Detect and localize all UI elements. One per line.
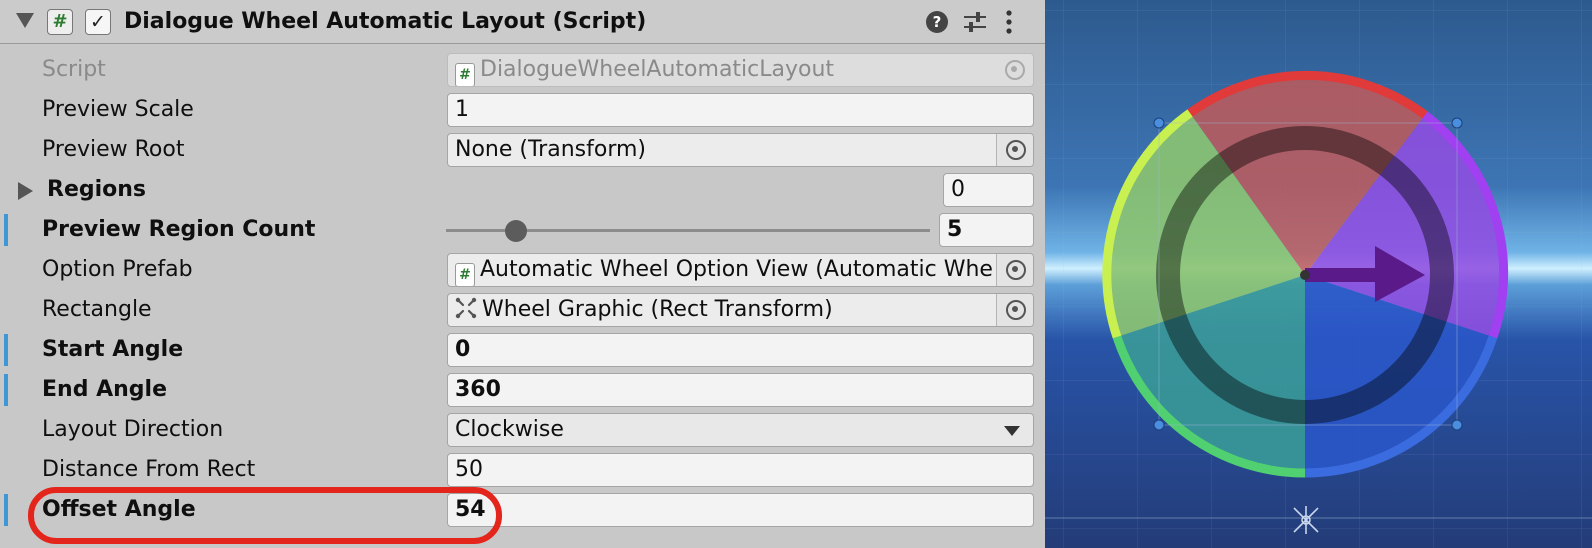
inspector-panel: # ✓ Dialogue Wheel Automatic Layout (Scr…	[0, 0, 1045, 548]
row-regions[interactable]: Regions 0	[0, 170, 1045, 210]
option-prefab-target-icon[interactable]	[996, 254, 1033, 286]
regions-size-input[interactable]: 0	[943, 173, 1034, 207]
scene-view[interactable]	[1045, 0, 1592, 548]
preview-region-count-label: Preview Region Count	[42, 217, 316, 242]
start-angle-input[interactable]: 0	[447, 333, 1034, 367]
regions-foldout-triangle-right-icon[interactable]	[18, 182, 33, 200]
preview-region-count-input[interactable]: 5	[939, 213, 1034, 247]
chevron-down-icon	[1004, 426, 1020, 436]
end-angle-input[interactable]: 360	[447, 373, 1034, 407]
preview-scale-label: Preview Scale	[42, 97, 194, 122]
rectangle-target-icon[interactable]	[996, 294, 1033, 326]
script-target-icon	[996, 54, 1033, 86]
layout-direction-label: Layout Direction	[42, 417, 224, 442]
modified-marker	[4, 334, 8, 366]
foldout-triangle-down-icon[interactable]	[16, 13, 34, 28]
row-start-angle: Start Angle 0	[0, 330, 1045, 370]
offset-angle-label: Offset Angle	[42, 497, 196, 522]
component-header[interactable]: # ✓ Dialogue Wheel Automatic Layout (Scr…	[0, 0, 1045, 44]
distance-from-rect-label: Distance From Rect	[42, 457, 256, 482]
row-layout-direction: Layout Direction Clockwise	[0, 410, 1045, 450]
script-hash-icon: #	[47, 9, 73, 35]
preview-region-count-slider-thumb[interactable]	[505, 220, 527, 242]
kebab-menu-icon[interactable]	[1004, 8, 1014, 36]
preview-root-label: Preview Root	[42, 137, 185, 162]
layout-direction-value: Clockwise	[455, 417, 564, 442]
option-prefab-label: Option Prefab	[42, 257, 193, 282]
component-enabled-checkbox[interactable]: ✓	[85, 9, 111, 35]
hash-icon: #	[455, 263, 475, 286]
layout-direction-dropdown[interactable]: Clockwise	[447, 413, 1034, 447]
option-prefab-field[interactable]: # Automatic Wheel Option View (Automatic …	[447, 253, 1034, 287]
help-icon[interactable]: ?	[926, 11, 948, 33]
row-distance-from-rect: Distance From Rect 50	[0, 450, 1045, 490]
modified-marker	[4, 214, 8, 246]
row-preview-scale: Preview Scale 1	[0, 90, 1045, 130]
preview-root-field[interactable]: None (Transform)	[447, 133, 1034, 167]
dialogue-wheel-graphic	[1102, 70, 1509, 478]
rectangle-field[interactable]: Wheel Graphic (Rect Transform)	[447, 293, 1034, 327]
row-option-prefab: Option Prefab # Automatic Wheel Option Vi…	[0, 250, 1045, 290]
modified-marker	[4, 494, 8, 526]
preview-scale-input[interactable]: 1	[447, 93, 1034, 127]
rectangle-label: Rectangle	[42, 297, 152, 322]
row-preview-region-count: Preview Region Count 5	[0, 210, 1045, 250]
distance-from-rect-input[interactable]: 50	[447, 453, 1034, 487]
modified-marker	[4, 374, 8, 406]
offset-angle-input[interactable]: 54	[447, 493, 1034, 527]
regions-label[interactable]: Regions	[47, 175, 146, 205]
rectangle-value: Wheel Graphic (Rect Transform)	[482, 297, 833, 322]
script-value: DialogueWheelAutomaticLayout	[480, 57, 835, 82]
component-title: Dialogue Wheel Automatic Layout (Script)	[124, 9, 647, 34]
presets-sliders-icon[interactable]	[962, 9, 988, 35]
row-rectangle: Rectangle Wheel Graphic (Rect Transform)	[0, 290, 1045, 330]
preview-root-value: None (Transform)	[455, 137, 646, 162]
script-label: Script	[42, 57, 106, 82]
end-angle-label: End Angle	[42, 377, 167, 402]
row-offset-angle: Offset Angle 54	[0, 490, 1045, 530]
rect-transform-icon	[455, 296, 477, 320]
row-end-angle: End Angle 360	[0, 370, 1045, 410]
script-field: # DialogueWheelAutomaticLayout	[447, 53, 1034, 87]
hash-icon: #	[455, 63, 475, 86]
row-script: Script # DialogueWheelAutomaticLayout	[0, 50, 1045, 90]
preview-root-target-icon[interactable]	[996, 134, 1033, 166]
option-prefab-value: Automatic Wheel Option View (Automatic W…	[480, 257, 993, 282]
start-angle-label: Start Angle	[42, 337, 184, 362]
row-preview-root: Preview Root None (Transform)	[0, 130, 1045, 170]
